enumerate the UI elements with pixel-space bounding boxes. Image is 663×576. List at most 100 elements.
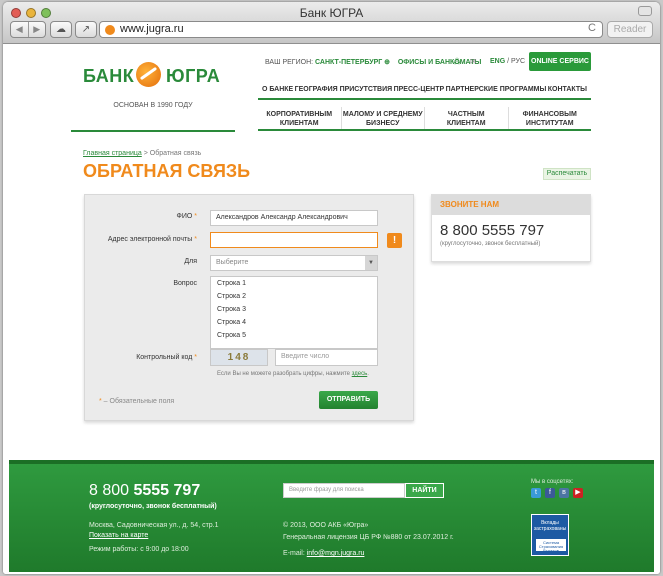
clients-menu-item-line: ИНСТИТУТАМ [525, 120, 574, 127]
breadcrumb-home-link[interactable]: Главная страница [83, 150, 142, 157]
favicon-icon [105, 25, 115, 35]
print-button[interactable]: Распечатать [543, 168, 591, 180]
footer-email-link[interactable]: info@mgn.jugra.ru [307, 550, 365, 557]
footer-phone: 8 800 5555 797 [89, 482, 200, 500]
logo-emblem-icon [136, 62, 161, 87]
question-label: Вопрос [173, 280, 197, 287]
fio-label-text: ФИО [176, 213, 193, 220]
social-icons: t f в ▶ [531, 488, 583, 498]
question-line: Строка 5 [217, 332, 246, 339]
footer-search-input[interactable]: Введите фразу для поиска [283, 483, 405, 498]
captcha-image: 148 [210, 349, 268, 366]
required-note: * – Обязательные поля [99, 398, 174, 405]
online-service-button[interactable]: ONLINE СЕРВИС [529, 52, 591, 71]
footer-address-block: Москва, Садовническая ул., д. 54, стр.1 … [89, 521, 219, 555]
footer-hours: Режим работы: с 9:00 до 18:00 [89, 546, 189, 553]
web-page: БАНК ЮГРА ОСНОВАН В 1990 ГОДУ ВАШ РЕГИОН… [3, 44, 660, 574]
required-note-text: – Обязательные поля [101, 398, 175, 405]
clients-menu-item-line: БИЗНЕСУ [366, 120, 400, 127]
call-us-phone: 8 800 5555 797 [440, 222, 545, 239]
window-title: Банк ЮГРА [299, 6, 364, 20]
lang-en-link[interactable]: ENG [490, 58, 505, 65]
fio-field[interactable]: Александров Александр Александрович [210, 210, 378, 226]
region-selector: ВАШ РЕГИОН: САНКТ-ПЕТЕРБУРГ ⊕ ОФИСЫ И БА… [265, 58, 481, 66]
region-label: ВАШ РЕГИОН: [265, 59, 314, 66]
back-forward-buttons: ◀ ▶ [10, 21, 46, 38]
call-us-box: ЗВОНИТЕ НАМ 8 800 5555 797 (круглосуточн… [431, 194, 591, 262]
captcha-input[interactable]: Введите число [275, 349, 378, 366]
recipient-select[interactable]: Выберите ▼ [210, 255, 378, 271]
recipient-select-value: Выберите [216, 259, 249, 266]
vk-icon[interactable]: в [559, 488, 569, 498]
deposit-line2: застрахованы [533, 526, 567, 532]
fio-label: ФИО * [85, 213, 198, 220]
sitemap-icon[interactable]: ⁂ [453, 57, 461, 66]
social-label: Мы в соцсетях: [531, 479, 574, 485]
required-mark: * [194, 213, 197, 220]
back-icon[interactable]: ◀ [11, 22, 29, 37]
youtube-icon[interactable]: ▶ [573, 488, 583, 498]
clients-menu-item[interactable]: ФИНАНСОВЫМ ИНСТИТУТАМ [509, 107, 592, 129]
title-bar: Банк ЮГРА ◀ ▶ ☁ ↗ www.jugra.ru C Reader [3, 2, 660, 44]
footer-search-button[interactable]: НАЙТИ [405, 483, 444, 498]
call-us-note: (круглосуточно, звонок бесплатный) [440, 241, 541, 247]
address-bar[interactable]: www.jugra.ru C [99, 21, 603, 38]
language-switch: ENG / РУС [490, 58, 525, 65]
mail-icon[interactable]: ✉ [470, 57, 477, 66]
top-menu-item[interactable]: О БАНКЕ [262, 86, 293, 93]
reader-button[interactable]: Reader [607, 21, 653, 38]
footer-license: Генеральная лицензия ЦБ РФ №880 от 23.07… [283, 534, 454, 541]
required-mark: * [194, 354, 197, 361]
clients-menu-item-line: КЛИЕНТАМ [279, 120, 319, 127]
captcha-hint: Если Вы не можете разобрать цифры, нажми… [217, 371, 369, 377]
founded-text: ОСНОВАН В 1990 ГОДУ [113, 102, 193, 109]
email-label: Адрес электронной почты * [85, 236, 197, 243]
question-line: Строка 2 [217, 293, 246, 300]
top-menu: О БАНКЕ ГЕОГРАФИЯ ПРИСУТСТВИЯ ПРЕСС-ЦЕНТР П… [258, 80, 591, 100]
error-alert-icon: ! [387, 233, 402, 248]
clients-menu-item[interactable]: ЧАСТНЫМ КЛИЕНТАМ [425, 107, 509, 129]
show-map-link[interactable]: Показать на карте [89, 532, 148, 539]
top-menu-item[interactable]: ПАРТНЕРСКИЕ ПРОГРАММЫ [446, 86, 547, 93]
reload-icon[interactable]: C [588, 22, 596, 34]
top-menu-item[interactable]: КОНТАКТЫ [548, 86, 587, 93]
deposit-badge-text: Система Страхования Вкладов [536, 539, 566, 553]
top-menu-item[interactable]: ГЕОГРАФИЯ ПРИСУТСТВИЯ [295, 86, 393, 93]
lang-ru-link[interactable]: РУС [511, 58, 525, 65]
footer-phone-number: 5555 797 [133, 482, 201, 499]
question-textarea[interactable]: Строка 1 Строка 2 Строка 3 Строка 4 Строка 5 [210, 276, 378, 349]
page-title: ОБРАТНАЯ СВЯЗЬ [83, 161, 251, 181]
required-mark: * [194, 236, 197, 243]
footer-copyright: © 2013, ООО АКБ «Югра» [283, 522, 369, 529]
clients-menu-item-line: ФИНАНСОВЫМ [522, 111, 577, 118]
clients-menu-item-line: ЧАСТНЫМ [447, 111, 485, 118]
fullscreen-button[interactable] [638, 6, 652, 16]
captcha-refresh-link[interactable]: здесь [352, 371, 368, 377]
region-link[interactable]: САНКТ-ПЕТЕРБУРГ ⊕ [315, 59, 390, 66]
clients-menu-item[interactable]: КОРПОРАТИВНЫМ КЛИЕНТАМ [258, 107, 342, 129]
footer-address: Москва, Садовническая ул., д. 54, стр.1 [89, 522, 219, 529]
forward-icon[interactable]: ▶ [29, 22, 46, 37]
captcha-hint-end: . [367, 371, 369, 377]
bank-logo[interactable]: БАНК ЮГРА ОСНОВАН В 1990 ГОДУ [71, 44, 235, 132]
footer-phone-prefix: 8 800 [89, 482, 134, 499]
clients-menu-item-line: КОРПОРАТИВНЫМ [266, 111, 333, 118]
deposit-insurance-badge[interactable]: Вклады застрахованы Система Страхования … [531, 514, 569, 556]
facebook-icon[interactable]: f [545, 488, 555, 498]
footer: 8 800 5555 797 (круглосуточно, звонок бе… [9, 460, 654, 572]
footer-phone-note: (круглосуточно, звонок бесплатный) [89, 503, 217, 510]
clients-menu-item[interactable]: МАЛОМУ И СРЕДНЕМУ БИЗНЕСУ [342, 107, 425, 129]
feedback-form: ФИО * Александров Александр Александрови… [84, 194, 414, 421]
share-icon[interactable]: ↗ [75, 21, 97, 38]
top-icons: ⁂ ✉ [453, 57, 477, 66]
breadcrumb-separator: > [141, 150, 150, 157]
submit-button[interactable]: ОТПРАВИТЬ [319, 391, 378, 409]
footer-email-label: E-mail: [283, 550, 307, 557]
cloud-icon[interactable]: ☁ [50, 21, 72, 38]
logo-text-left: БАНК [83, 66, 135, 86]
top-menu-item[interactable]: ПРЕСС-ЦЕНТР [394, 86, 445, 93]
captcha-label: Контрольный код * [85, 354, 197, 361]
browser-window: Банк ЮГРА ◀ ▶ ☁ ↗ www.jugra.ru C Reader … [3, 2, 660, 574]
twitter-icon[interactable]: t [531, 488, 541, 498]
email-field[interactable] [210, 232, 378, 248]
